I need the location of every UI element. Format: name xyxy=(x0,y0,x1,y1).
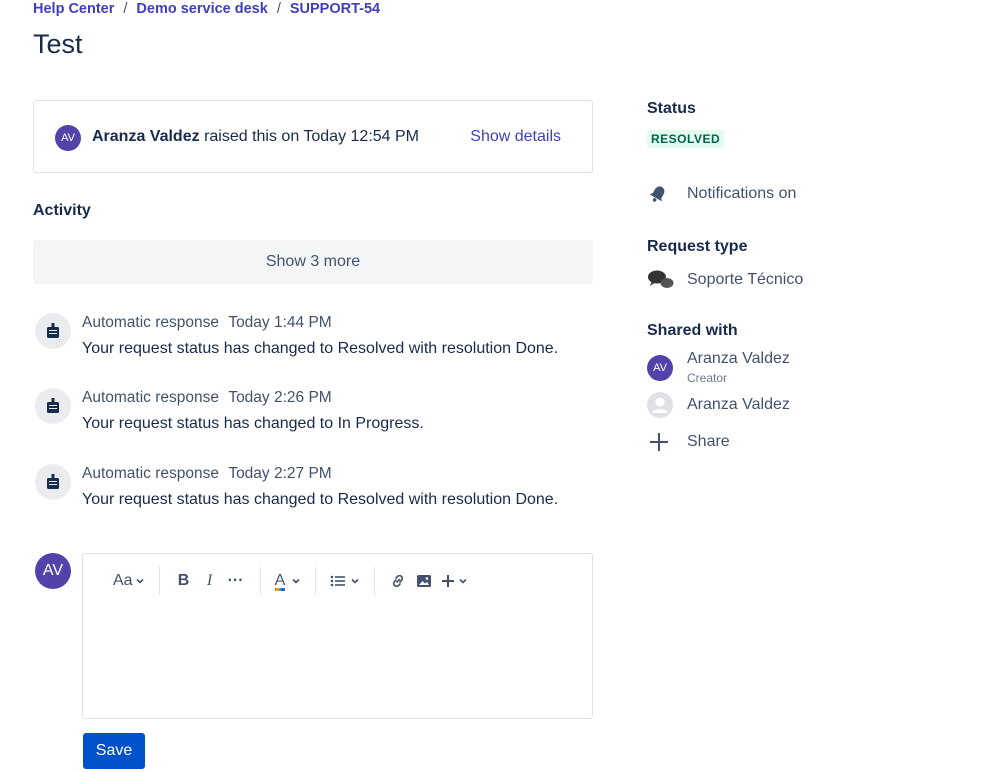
shared-user-name: Aranza Valdez xyxy=(687,350,790,367)
toolbar-divider xyxy=(315,567,317,595)
request-summary-card: AV Aranza Valdez raised this on Today 12… xyxy=(33,100,593,173)
shared-user: Aranza Valdez xyxy=(647,392,790,418)
activity-time: Today 2:27 PM xyxy=(228,465,332,482)
raised-by-text: Aranza Valdez raised this on Today 12:54… xyxy=(92,128,419,146)
status-heading: Status xyxy=(647,100,696,117)
breadcrumb-separator: / xyxy=(276,1,281,17)
raised-on-text: raised this on Today 12:54 PM xyxy=(204,128,420,145)
shared-user: AV Aranza Valdez Creator xyxy=(647,350,790,385)
activity-author: Automatic response xyxy=(82,314,219,331)
request-type-heading: Request type xyxy=(647,238,748,255)
shared-user-role: Creator xyxy=(687,371,728,385)
activity-time: Today 1:44 PM xyxy=(228,314,332,331)
shared-with-heading: Shared with xyxy=(647,322,738,339)
text-style-label: Aa xyxy=(113,572,133,589)
toolbar-divider xyxy=(158,567,160,595)
chevron-down-icon xyxy=(136,578,144,584)
bold-button[interactable]: B xyxy=(174,567,194,595)
show-more-button[interactable]: Show 3 more xyxy=(33,240,593,284)
toolbar-divider xyxy=(259,567,261,595)
activity-message: Your request status has changed to In Pr… xyxy=(82,415,424,432)
show-details-link[interactable]: Show details xyxy=(470,128,561,146)
image-icon xyxy=(417,575,432,587)
notifications-label: Notifications on xyxy=(687,185,797,202)
color-bar xyxy=(274,588,286,591)
bullet-list-button[interactable] xyxy=(330,567,360,595)
breadcrumb-separator: / xyxy=(123,1,128,17)
bell-icon xyxy=(647,183,677,205)
activity-message: Your request status has changed to Resol… xyxy=(82,491,559,508)
save-button[interactable]: Save xyxy=(83,733,145,769)
plus-icon xyxy=(442,575,455,587)
link-button[interactable] xyxy=(389,567,407,595)
chevron-down-icon xyxy=(459,578,467,584)
activity-heading: Activity xyxy=(33,202,91,219)
breadcrumb-issue-key[interactable]: SUPPORT-54 xyxy=(290,1,380,17)
insert-button[interactable] xyxy=(441,567,468,595)
page-title: Test xyxy=(33,29,83,59)
editor-toolbar: Aa B I ··· A xyxy=(113,566,468,596)
current-user-avatar[interactable]: AV xyxy=(35,553,71,589)
reporter-name: Aranza Valdez xyxy=(92,128,200,145)
request-type-label: Soporte Técnico xyxy=(687,271,804,288)
breadcrumb-service-desk[interactable]: Demo service desk xyxy=(136,1,267,17)
robot-icon xyxy=(35,313,71,349)
activity-author: Automatic response xyxy=(82,389,219,406)
shared-user-avatar[interactable]: AV xyxy=(647,355,673,381)
share-button[interactable]: Share xyxy=(647,430,730,454)
toolbar-divider xyxy=(374,567,376,595)
status-badge: RESOLVED xyxy=(647,130,725,148)
bullet-list-icon xyxy=(330,575,346,587)
breadcrumb: Help Center / Demo service desk / SUPPOR… xyxy=(33,1,380,17)
activity-time: Today 2:26 PM xyxy=(228,389,332,406)
robot-icon xyxy=(35,464,71,500)
shared-user-name: Aranza Valdez xyxy=(687,396,790,413)
default-avatar-icon[interactable] xyxy=(647,392,677,418)
reporter-avatar[interactable]: AV xyxy=(55,125,81,151)
text-style-button[interactable]: Aa xyxy=(113,567,145,595)
comment-editor[interactable]: Aa B I ··· A xyxy=(82,553,593,719)
activity-message: Your request status has changed to Resol… xyxy=(82,340,559,357)
chat-bubbles-icon xyxy=(647,269,677,291)
activity-author: Automatic response xyxy=(82,465,219,482)
plus-icon xyxy=(647,430,677,454)
text-color-button[interactable]: A xyxy=(274,567,302,595)
share-label: Share xyxy=(687,433,730,450)
image-button[interactable] xyxy=(415,567,433,595)
italic-button[interactable]: I xyxy=(200,567,220,595)
robot-icon xyxy=(35,388,71,424)
link-icon xyxy=(393,574,404,588)
notifications-toggle[interactable]: Notifications on xyxy=(647,183,796,205)
chevron-down-icon xyxy=(292,578,300,584)
more-formatting-button[interactable]: ··· xyxy=(226,567,246,595)
breadcrumb-help-center[interactable]: Help Center xyxy=(33,1,114,17)
request-type: Soporte Técnico xyxy=(647,269,803,291)
text-color-icon: A xyxy=(274,572,286,589)
chevron-down-icon xyxy=(351,578,359,584)
